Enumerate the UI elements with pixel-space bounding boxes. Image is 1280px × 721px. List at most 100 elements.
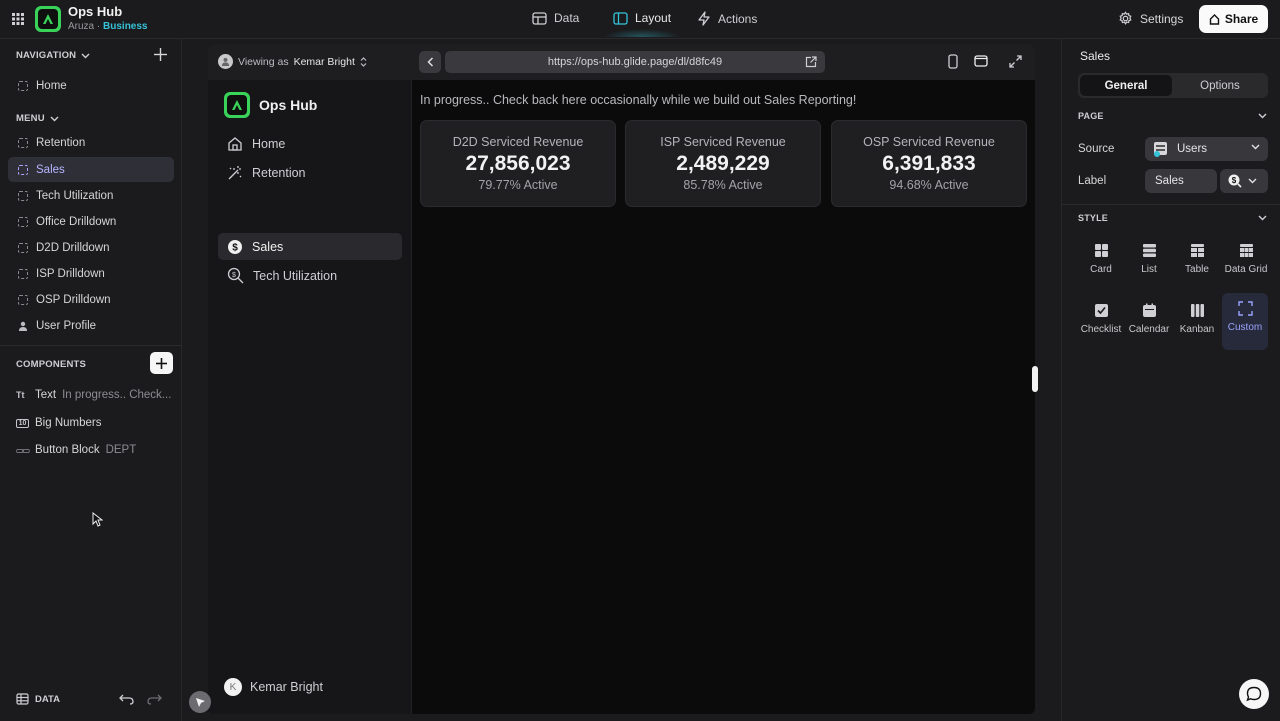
user-name: Kemar Bright (250, 680, 323, 694)
navigation-label: NAVIGATION (16, 50, 77, 61)
list-style-icon (1142, 244, 1156, 257)
style-card[interactable]: Card (1078, 235, 1124, 291)
card-value: 2,489,229 (676, 152, 770, 175)
settings-button[interactable]: Settings (1118, 11, 1183, 26)
app-nav-retention[interactable]: Retention (218, 159, 402, 186)
properties-panel: Sales General Options PAGE Source Users … (1061, 39, 1280, 721)
screen-icon (18, 242, 28, 253)
sidebar-item-user-profile[interactable]: User Profile (8, 313, 174, 338)
style-checklist[interactable]: Checklist (1078, 295, 1124, 351)
add-component-button[interactable] (150, 352, 173, 374)
app-name[interactable]: Ops Hub (68, 4, 122, 19)
table-style-icon (1190, 244, 1204, 257)
app-preview-frame: Viewing as Kemar Bright https://ops-hub.… (208, 44, 1035, 714)
add-navigation-icon[interactable] (153, 47, 168, 62)
user-icon (19, 321, 27, 331)
big-number-card[interactable]: D2D Serviced Revenue 27,856,023 79.77% A… (420, 120, 616, 207)
plus-icon (156, 357, 167, 369)
menu-section-header[interactable]: MENU (16, 113, 59, 124)
share-button[interactable]: Share (1199, 5, 1268, 33)
external-link-icon[interactable] (805, 56, 817, 68)
style-data-grid[interactable]: Data Grid (1222, 235, 1270, 291)
url-bar[interactable]: https://ops-hub.glide.page/dl/d8fc49 (445, 51, 825, 73)
chat-help-button[interactable] (1239, 679, 1269, 709)
progress-text: In progress.. Check back here occasional… (420, 93, 857, 107)
screen-icon (18, 137, 28, 148)
fullscreen-icon[interactable] (1009, 55, 1022, 68)
app-user-profile[interactable]: K Kemar Bright (224, 678, 323, 696)
undo-icon[interactable] (119, 694, 134, 705)
big-number-card[interactable]: OSP Serviced Revenue 6,391,833 94.68% Ac… (831, 120, 1027, 207)
card-title: D2D Serviced Revenue (452, 135, 584, 149)
data-button[interactable]: DATA (16, 693, 60, 705)
sidebar-item-label: D2D Drilldown (36, 241, 110, 254)
navigation-section-header[interactable]: NAVIGATION (16, 50, 90, 61)
components-section-header: COMPONENTS (16, 359, 86, 370)
home-icon (228, 136, 242, 151)
app-title: Ops Hub (259, 97, 318, 113)
users-table-icon (1154, 142, 1167, 157)
pointer-tool-button[interactable] (189, 691, 211, 713)
screen-icon (18, 294, 28, 305)
style-label: Table (1185, 264, 1209, 275)
style-section-header[interactable]: STYLE (1078, 213, 1108, 223)
big-numbers-icon: 10 (16, 418, 29, 428)
component-button-block[interactable]: ▭▭ Button Block DEPT (16, 444, 136, 456)
tab-layout-label: Layout (635, 11, 672, 25)
updown-chevron-icon (360, 56, 367, 67)
preview-resize-handle[interactable] (1032, 366, 1038, 392)
tab-layout[interactable]: Layout (602, 11, 682, 37)
app-nav-label: Tech Utilization (253, 268, 338, 283)
left-sidebar: NAVIGATION Home MENU Retention Sales Tec… (0, 39, 182, 721)
chevron-down-icon[interactable] (1258, 113, 1267, 119)
tablet-view-icon[interactable] (974, 55, 988, 67)
component-big-numbers[interactable]: 10 Big Numbers (16, 417, 101, 429)
style-list[interactable]: List (1126, 235, 1172, 291)
app-nav-home[interactable]: Home (218, 130, 402, 157)
sidebar-item-isp-drilldown[interactable]: ISP Drilldown (8, 261, 174, 286)
app-logo[interactable] (35, 6, 61, 32)
style-table[interactable]: Table (1174, 235, 1220, 291)
url-text: https://ops-hub.glide.page/dl/d8fc49 (547, 56, 723, 68)
sidebar-item-office-drilldown[interactable]: Office Drilldown (8, 209, 174, 234)
sidebar-item-tech-utilization[interactable]: Tech Utilization (8, 183, 174, 208)
tab-data[interactable]: Data (532, 11, 579, 25)
sidebar-item-sales[interactable]: Sales (8, 157, 174, 182)
app-nav-tech-utilization[interactable]: $ Tech Utilization (218, 262, 402, 289)
component-text[interactable]: Tt Text In progress.. Check... (16, 389, 171, 401)
style-kanban[interactable]: Kanban (1174, 295, 1220, 351)
app-nav-sales[interactable]: $ Sales (218, 233, 402, 260)
back-button[interactable] (419, 51, 441, 73)
label-input[interactable]: Sales (1145, 169, 1217, 193)
sidebar-item-home[interactable]: Home (8, 73, 174, 98)
style-custom[interactable]: Custom (1222, 293, 1268, 350)
component-hint: DEPT (105, 444, 137, 456)
card-value: 6,391,833 (882, 152, 976, 175)
big-number-card[interactable]: ISP Serviced Revenue 2,489,229 85.78% Ac… (625, 120, 821, 207)
tab-general[interactable]: General (1080, 75, 1172, 96)
apps-grid-icon[interactable] (11, 12, 25, 26)
sidebar-item-osp-drilldown[interactable]: OSP Drilldown (8, 287, 174, 312)
screen-icon (18, 190, 28, 201)
tab-options[interactable]: Options (1174, 75, 1266, 96)
style-calendar[interactable]: Calendar (1126, 295, 1172, 351)
redo-icon[interactable] (147, 694, 162, 705)
chevron-down-icon (81, 53, 90, 58)
dollar-icon: $ (228, 239, 242, 254)
phone-view-icon[interactable] (948, 54, 958, 69)
app-logo[interactable] (224, 92, 250, 118)
label-icon-picker[interactable]: $ (1220, 169, 1268, 193)
sidebar-item-d2d-drilldown[interactable]: D2D Drilldown (8, 235, 174, 260)
app-nav-label: Sales (252, 239, 284, 254)
component-name: Button Block (35, 444, 100, 456)
chevron-down-icon[interactable] (1258, 215, 1267, 221)
source-select[interactable]: Users (1145, 137, 1268, 161)
style-label: Data Grid (1224, 264, 1268, 275)
page-section-header[interactable]: PAGE (1078, 111, 1104, 121)
kanban-style-icon (1190, 304, 1204, 317)
viewing-as-selector[interactable]: Viewing as Kemar Bright (218, 54, 367, 69)
tab-actions[interactable]: Actions (697, 11, 757, 26)
sidebar-item-retention[interactable]: Retention (8, 130, 174, 155)
table-icon (16, 693, 29, 705)
custom-style-icon (1237, 301, 1253, 316)
